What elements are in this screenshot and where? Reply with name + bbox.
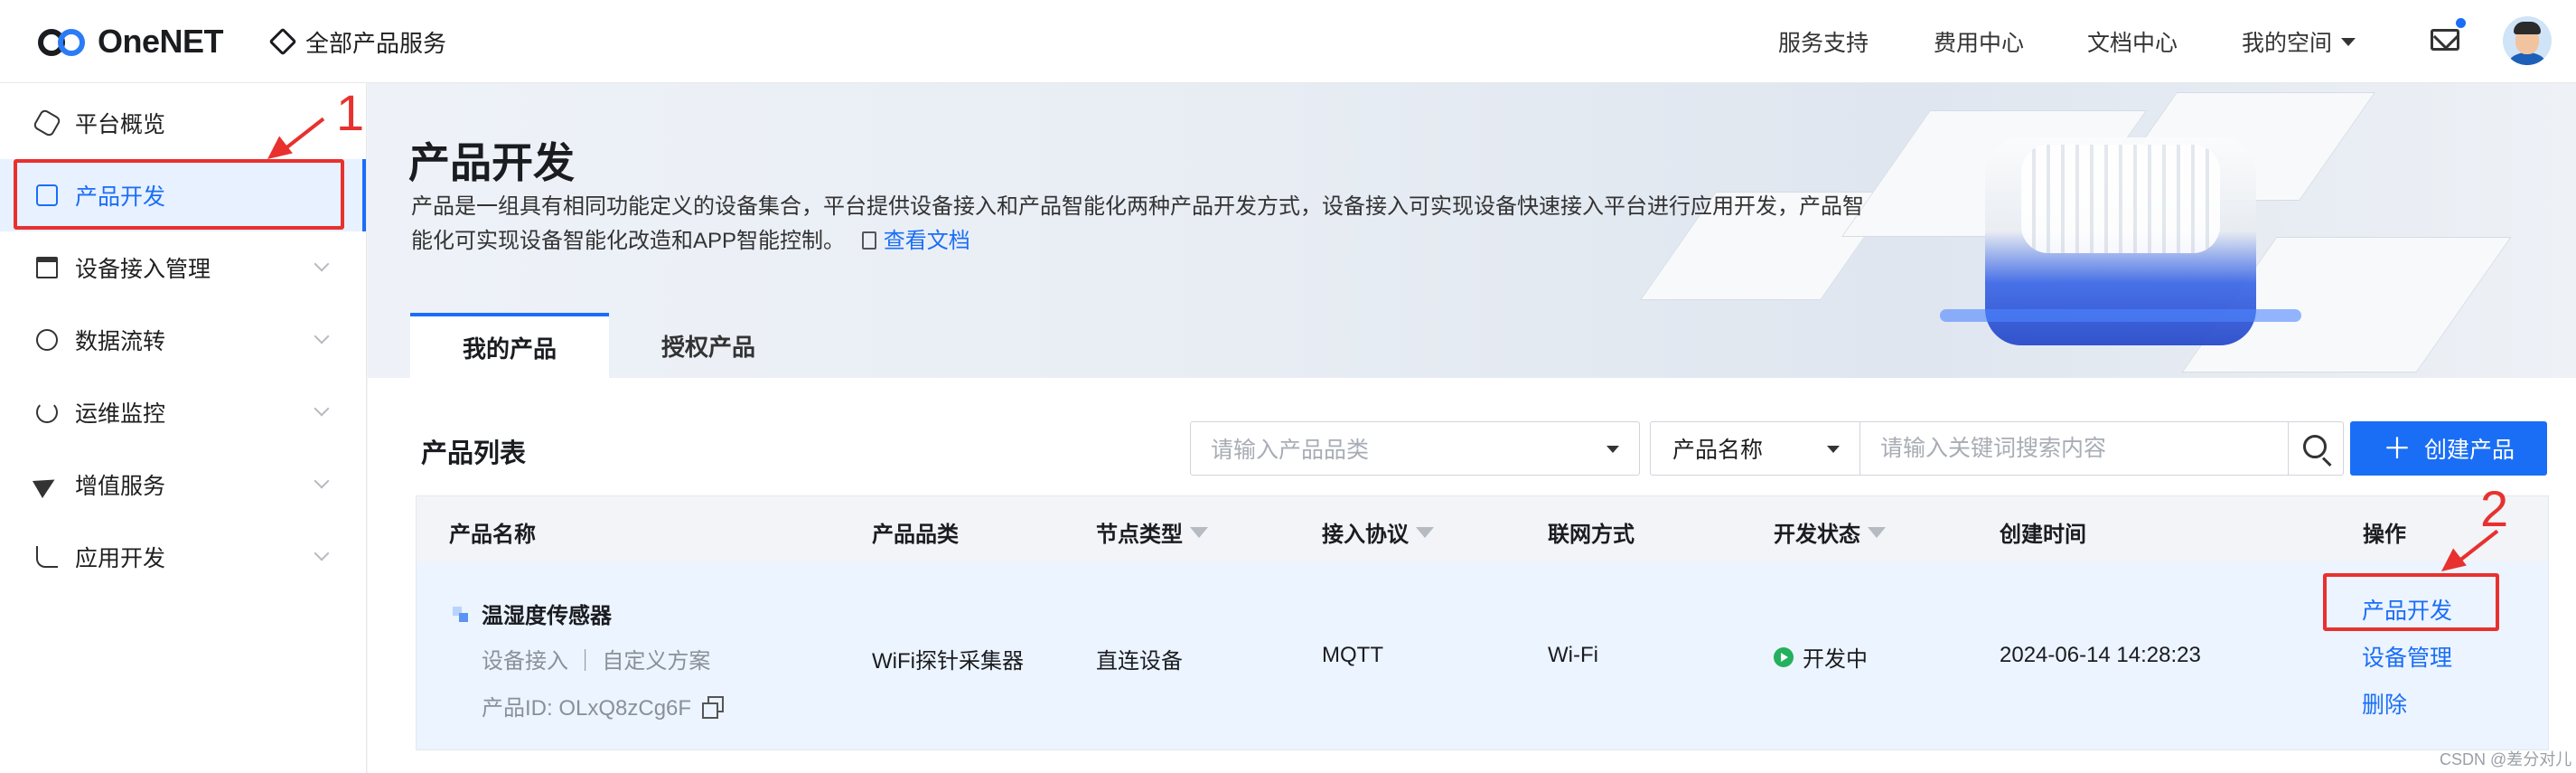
page-description: 产品是一组具有相同功能定义的设备集合，平台提供设备接入和产品智能化两种产品开发方…: [411, 190, 1870, 259]
annotation-box-2: [2323, 573, 2499, 631]
caret-down-icon: [1827, 446, 1840, 453]
sidebar-item-data-flow[interactable]: 数据流转: [0, 304, 366, 376]
sidebar-item-app-development[interactable]: 应用开发: [0, 521, 366, 593]
th-protocol-label: 接入协议: [1322, 523, 1409, 547]
th-created-time: 创建时间: [2000, 523, 2086, 547]
th-node-type[interactable]: 节点类型: [1096, 516, 1208, 548]
created-time: 2024-06-14 14:28:23: [2000, 643, 2201, 667]
delete-link[interactable]: 删除: [2362, 687, 2407, 720]
plus-icon: ＋: [2382, 432, 2412, 465]
table-header: 产品名称 产品品类 节点类型 接入协议 联网方式 开发状态 创建时间 操作: [417, 496, 2548, 561]
product-name: 温湿度传感器: [482, 604, 612, 628]
sidebar-item-label: 平台概览: [75, 112, 166, 137]
search-field-select[interactable]: 产品名称: [1650, 421, 1860, 476]
category-placeholder: 请输入产品品类: [1211, 438, 1370, 463]
th-protocol[interactable]: 接入协议: [1322, 516, 1434, 548]
chevron-down-icon: [314, 401, 330, 417]
all-products-menu[interactable]: 全部产品服务: [268, 24, 447, 60]
search-button[interactable]: [2288, 421, 2344, 476]
dev-status: 开发中: [1774, 641, 1868, 673]
filter-icon[interactable]: [1868, 526, 1886, 538]
notification-dot: [2456, 18, 2466, 28]
sidebar-item-ops-monitoring[interactable]: 运维监控: [0, 376, 366, 448]
product-id-text: 产品ID: OLxQ8zCg6F: [482, 696, 692, 721]
annotation-number-2: 2: [2480, 480, 2509, 537]
onenet-logo-icon: [38, 24, 90, 60]
filter-icon[interactable]: [1190, 526, 1208, 538]
caret-down-icon: [1606, 446, 1619, 453]
protocol: MQTT: [1322, 643, 1383, 667]
all-products-label: 全部产品服务: [305, 29, 447, 57]
sidebar-item-label: 增值服务: [75, 474, 166, 499]
product-table: 产品名称 产品品类 节点类型 接入协议 联网方式 开发状态 创建时间 操作 温湿…: [416, 495, 2549, 750]
annotation-number-1: 1: [336, 84, 365, 141]
page-title: 产品开发: [408, 139, 575, 186]
nav-service-support[interactable]: 服务支持: [1778, 24, 1869, 60]
hexagon-icon: [32, 108, 62, 138]
filter-icon[interactable]: [1416, 526, 1434, 538]
nav-billing-center[interactable]: 费用中心: [1934, 24, 2024, 60]
sidebar-item-label: 数据流转: [75, 329, 166, 354]
pie-chart-icon: [36, 401, 58, 423]
sidebar-item-label: 应用开发: [75, 546, 166, 571]
nav-docs-center[interactable]: 文档中心: [2087, 24, 2178, 60]
th-dev-status[interactable]: 开发状态: [1774, 516, 1886, 548]
doc-icon: [861, 231, 876, 250]
avatar[interactable]: [2503, 16, 2552, 65]
node-type: 直连设备: [1096, 649, 1183, 674]
device-manage-link[interactable]: 设备管理: [2362, 640, 2452, 673]
search-icon: [2303, 435, 2327, 458]
view-docs-link[interactable]: 查看文档: [884, 229, 970, 253]
paper-plane-icon: [32, 470, 61, 499]
table-row: 温湿度传感器 设备接入 ｜ 自定义方案 产品ID: OLxQ8zCg6F WiF…: [417, 561, 2548, 749]
sidebar-item-label: 设备接入管理: [75, 257, 211, 282]
product-list-title: 产品列表: [421, 439, 527, 468]
tab-my-products[interactable]: 我的产品: [410, 313, 609, 378]
chevron-down-icon: [314, 473, 330, 489]
onenet-logo[interactable]: OneNET: [38, 20, 224, 63]
th-dev-status-label: 开发状态: [1774, 523, 1860, 547]
description-line-2: 能化可实现设备智能化改造和APP智能控制。: [411, 229, 846, 253]
keyword-search-input[interactable]: [1859, 421, 2289, 476]
description-line-1: 产品是一组具有相同功能定义的设备集合，平台提供设备接入和产品智能化两种产品开发方…: [411, 194, 1864, 219]
product-category: WiFi探针采集器: [872, 649, 1024, 674]
copy-icon[interactable]: [702, 695, 725, 719]
search-field-value: 产品名称: [1672, 438, 1764, 463]
create-product-button[interactable]: ＋ 创建产品: [2350, 421, 2547, 476]
product-subtitle: 设备接入 ｜ 自定义方案: [482, 649, 711, 674]
th-product-name: 产品名称: [449, 523, 536, 547]
product-id: 产品ID: OLxQ8zCg6F: [482, 690, 725, 721]
th-actions: 操作: [2363, 523, 2406, 547]
th-node-type-label: 节点类型: [1096, 523, 1183, 547]
th-product-category: 产品品类: [872, 523, 959, 547]
caret-down-icon: [2341, 37, 2356, 46]
chevron-down-icon: [314, 256, 330, 272]
annotation-box-1: [14, 159, 344, 230]
sidebar-item-value-added[interactable]: 增值服务: [0, 448, 366, 521]
dev-status-text: 开发中: [1803, 647, 1868, 672]
app-dev-icon: [36, 546, 58, 568]
chevron-down-icon: [314, 328, 330, 344]
device-access-icon: [36, 257, 58, 278]
th-network: 联网方式: [1548, 523, 1635, 547]
status-play-icon: [1774, 646, 1794, 667]
data-flow-icon: [36, 329, 58, 351]
logo-text: OneNET: [98, 23, 224, 60]
sidebar-item-label: 运维监控: [75, 401, 166, 427]
top-navigation-bar: OneNET 全部产品服务 服务支持 费用中心 文档中心 我的空间: [0, 0, 2576, 83]
nav-my-space[interactable]: 我的空间: [2242, 24, 2356, 60]
diamond-icon: [268, 27, 297, 56]
sidebar-item-device-access[interactable]: 设备接入管理: [0, 231, 366, 304]
tab-authorized-products[interactable]: 授权产品: [609, 313, 808, 378]
product-icon: [453, 607, 469, 623]
category-select[interactable]: 请输入产品品类: [1190, 421, 1640, 476]
watermark: CSDN @差分对儿: [2440, 750, 2572, 768]
create-product-label: 创建产品: [2424, 438, 2515, 463]
sidebar-item-platform-overview[interactable]: 平台概览: [0, 87, 366, 159]
nav-my-space-label: 我的空间: [2242, 31, 2333, 56]
network-type: Wi-Fi: [1548, 643, 1598, 667]
chevron-down-icon: [314, 545, 330, 561]
mail-icon[interactable]: [2431, 29, 2459, 51]
